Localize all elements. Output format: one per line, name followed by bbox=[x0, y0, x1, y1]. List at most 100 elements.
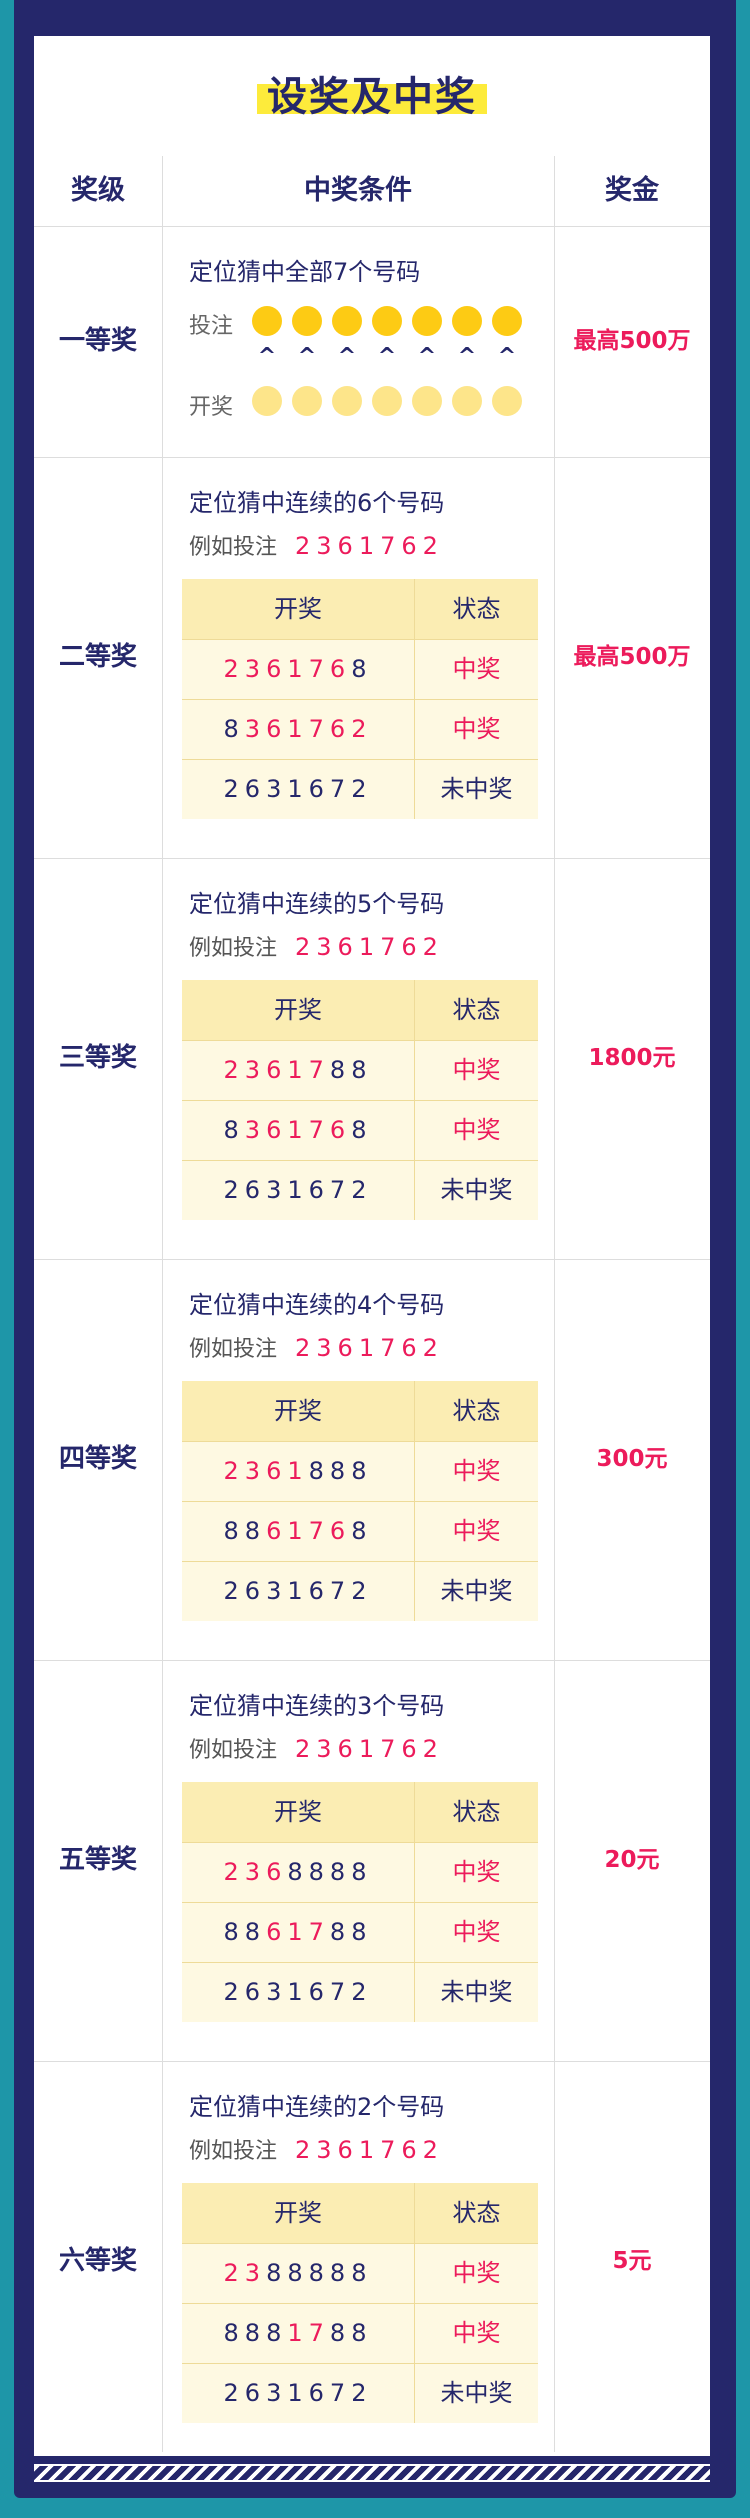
column-draw: 开奖 bbox=[274, 996, 322, 1024]
draw-digit: 8 bbox=[308, 1457, 330, 1485]
draw-digit: 1 bbox=[287, 1176, 309, 1204]
draw-number: 8361768 bbox=[182, 1100, 414, 1160]
draw-digit: 2 bbox=[223, 775, 245, 803]
draw-digit: 8 bbox=[329, 1457, 352, 1485]
draw-digit: 8 bbox=[266, 2259, 288, 2287]
example-table-header: 开奖 状态 bbox=[182, 980, 538, 1040]
bet-ball bbox=[252, 306, 282, 336]
draw-number: 2631672 bbox=[182, 1962, 414, 2022]
draw-status: 中奖 bbox=[452, 655, 501, 683]
draw-digit: 6 bbox=[266, 1517, 288, 1545]
table-row: 8361762 中奖 bbox=[182, 699, 538, 759]
draw-digit: 6 bbox=[329, 1517, 352, 1545]
column-draw: 开奖 bbox=[274, 2199, 322, 2227]
table-row: 2368888 中奖 bbox=[182, 1842, 538, 1902]
draw-digit: 1 bbox=[287, 1918, 309, 1946]
draw-digit: 8 bbox=[351, 1918, 373, 1946]
draw-status: 未中奖 bbox=[440, 1577, 513, 1605]
draw-number: 2631672 bbox=[182, 2363, 414, 2423]
column-draw: 开奖 bbox=[274, 1798, 322, 1826]
draw-ball bbox=[412, 386, 442, 416]
draw-number: 8861768 bbox=[182, 1501, 414, 1561]
draw-status: 中奖 bbox=[452, 1056, 501, 1084]
tier-condition: 定位猜中连续的3个号码 bbox=[189, 1692, 445, 1720]
draw-digit: 3 bbox=[244, 655, 267, 683]
draw-status: 未中奖 bbox=[440, 2379, 513, 2407]
table-row: 8861788 中奖 bbox=[182, 1902, 538, 1962]
row-divider bbox=[34, 457, 710, 458]
draw-label: 开奖 bbox=[189, 395, 234, 420]
draw-digit: 2 bbox=[223, 1176, 245, 1204]
tier-level: 五等奖 bbox=[58, 1845, 137, 1875]
table-column-divider bbox=[414, 1381, 415, 1621]
draw-digit: 7 bbox=[308, 1517, 330, 1545]
column-draw: 开奖 bbox=[274, 595, 322, 623]
draw-digit: 6 bbox=[244, 2379, 267, 2407]
tier-condition: 定位猜中连续的4个号码 bbox=[189, 1291, 445, 1319]
draw-digit: 7 bbox=[329, 775, 352, 803]
header-prize: 奖金 bbox=[605, 175, 659, 206]
draw-digit: 1 bbox=[287, 1517, 309, 1545]
draw-status: 中奖 bbox=[452, 1457, 501, 1485]
table-column-divider bbox=[414, 2183, 415, 2423]
draw-digit: 8 bbox=[244, 1918, 267, 1946]
draw-digit: 6 bbox=[329, 715, 352, 743]
example-number: 2361762 bbox=[295, 1735, 444, 1763]
draw-digit: 6 bbox=[266, 1918, 288, 1946]
draw-digit: 8 bbox=[223, 1517, 245, 1545]
draw-digit: 1 bbox=[287, 655, 309, 683]
column-status: 状态 bbox=[452, 2199, 501, 2227]
draw-digit: 6 bbox=[308, 1577, 330, 1605]
draw-digit: 8 bbox=[223, 2319, 245, 2347]
tier-prize: 最高500万 bbox=[573, 328, 691, 354]
page-title: 设奖及中奖 bbox=[257, 68, 487, 126]
draw-digit: 2 bbox=[223, 1858, 245, 1886]
draw-digit: 8 bbox=[351, 2319, 373, 2347]
draw-digit: 2 bbox=[223, 1056, 245, 1084]
tier-level: 三等奖 bbox=[58, 1043, 137, 1073]
example-label: 例如投注 bbox=[189, 1738, 278, 1763]
column-status: 状态 bbox=[452, 1397, 501, 1425]
tier-prize: 300元 bbox=[596, 1446, 668, 1472]
draw-number: 2631672 bbox=[182, 759, 414, 819]
draw-number: 2631672 bbox=[182, 1561, 414, 1621]
example-number: 2361762 bbox=[295, 1334, 444, 1362]
draw-digit: 8 bbox=[329, 2319, 352, 2347]
draw-digit: 2 bbox=[223, 1577, 245, 1605]
example-table-header: 开奖 状态 bbox=[182, 1782, 538, 1842]
tier-condition: 定位猜中连续的6个号码 bbox=[189, 489, 445, 517]
table-row: 8881788 中奖 bbox=[182, 2303, 538, 2363]
bet-ball bbox=[412, 306, 442, 336]
draw-digit: 6 bbox=[329, 655, 352, 683]
draw-digit: 6 bbox=[329, 1116, 352, 1144]
match-caret: ^ bbox=[457, 344, 477, 369]
draw-digit: 3 bbox=[244, 715, 267, 743]
draw-digit: 8 bbox=[287, 2259, 309, 2287]
table-row: 8861768 中奖 bbox=[182, 1501, 538, 1561]
draw-digit: 3 bbox=[244, 1457, 267, 1485]
draw-digit: 6 bbox=[266, 1858, 288, 1886]
draw-digit: 6 bbox=[308, 1176, 330, 1204]
draw-digit: 8 bbox=[223, 1918, 245, 1946]
tier-level: 二等奖 bbox=[58, 642, 137, 672]
example-table: 开奖 状态 2388888 中奖 8881788 中奖 2631672 未中奖 bbox=[182, 2183, 538, 2423]
draw-digit: 1 bbox=[287, 1116, 309, 1144]
prize-card: 设奖及中奖 奖级 中奖条件 奖金 一等奖 定位猜中全部7个号码 投注 开奖 ^ ^… bbox=[34, 36, 710, 2456]
match-caret: ^ bbox=[377, 344, 397, 369]
draw-status: 中奖 bbox=[452, 2259, 501, 2287]
draw-number: 8361762 bbox=[182, 699, 414, 759]
tier-prize: 20元 bbox=[604, 1847, 660, 1873]
table-row: 2361788 中奖 bbox=[182, 1040, 538, 1100]
table-row: 2631672 未中奖 bbox=[182, 1160, 538, 1220]
draw-digit: 6 bbox=[244, 1978, 267, 2006]
table-row: 2388888 中奖 bbox=[182, 2243, 538, 2303]
match-caret: ^ bbox=[417, 344, 437, 369]
tier-condition: 定位猜中全部7个号码 bbox=[189, 258, 421, 286]
draw-number: 2631672 bbox=[182, 1160, 414, 1220]
draw-digit: 8 bbox=[244, 1517, 267, 1545]
tier-row: 五等奖 20元 定位猜中连续的3个号码 例如投注 2361762 开奖 状态 2368888 中… bbox=[34, 1660, 710, 2061]
table-row: 2631672 未中奖 bbox=[182, 759, 538, 819]
draw-digit: 2 bbox=[351, 1176, 373, 1204]
draw-digit: 7 bbox=[308, 1918, 330, 1946]
draw-digit: 8 bbox=[266, 2319, 288, 2347]
